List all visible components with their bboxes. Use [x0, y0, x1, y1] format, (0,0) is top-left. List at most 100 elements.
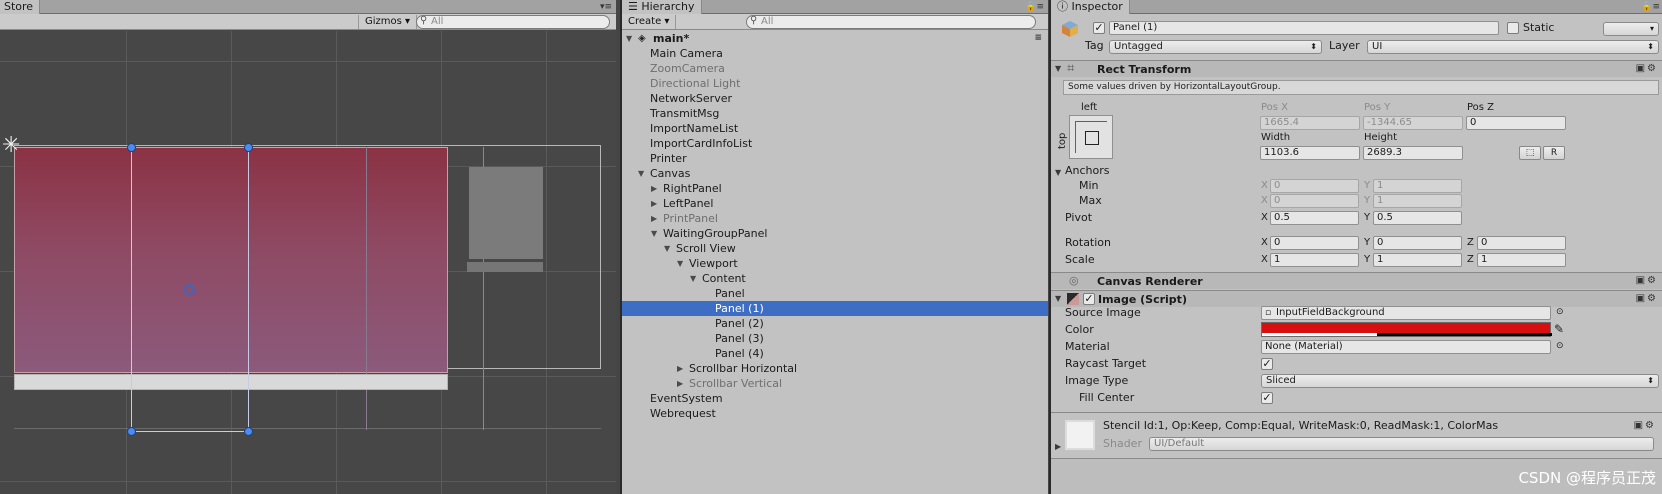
layer-dropdown[interactable]: UI ⬍: [1367, 40, 1659, 54]
tab-inspector[interactable]: ⓘ Inspector: [1051, 0, 1130, 14]
object-picker-icon[interactable]: ⊙: [1556, 307, 1564, 317]
hierarchy-item[interactable]: EventSystem: [622, 391, 1048, 406]
image-type-dropdown[interactable]: Sliced ⬍: [1261, 374, 1659, 388]
eyedropper-icon[interactable]: ✎: [1554, 322, 1564, 336]
scene-search-input[interactable]: ⚲ All: [416, 15, 610, 29]
anchor-min-x-field[interactable]: 0: [1270, 179, 1359, 193]
hierarchy-item[interactable]: Panel (3): [622, 331, 1048, 346]
fill-center-checkbox[interactable]: ✓: [1261, 392, 1273, 404]
hierarchy-item[interactable]: ▼ Viewport: [622, 256, 1048, 271]
hierarchy-item[interactable]: ▼ WaitingGroupPanel: [622, 226, 1048, 241]
material-settings-icon[interactable]: ▣⚙: [1634, 420, 1656, 431]
scrollbar-horizontal-rect[interactable]: [14, 374, 448, 390]
collapse-arrow-icon[interactable]: ▼: [1055, 64, 1061, 73]
scale-y-field[interactable]: 1: [1373, 253, 1462, 267]
expanded-arrow-icon[interactable]: ▼: [638, 166, 644, 181]
anchor-gizmo-icon[interactable]: ✳: [2, 133, 20, 158]
component-settings-icon[interactable]: ▣⚙: [1636, 63, 1658, 74]
collapsed-arrow-icon[interactable]: ▶: [651, 181, 657, 196]
static-checkbox[interactable]: [1507, 22, 1519, 34]
hierarchy-item[interactable]: ZoomCamera: [622, 61, 1048, 76]
scale-x-field[interactable]: 1: [1270, 253, 1359, 267]
hierarchy-item[interactable]: TransmitMsg: [622, 106, 1048, 121]
resize-handle-bottom-right[interactable]: [244, 427, 253, 436]
rect-transform-header[interactable]: ▼ ⌗ Rect Transform ▣⚙: [1051, 60, 1662, 77]
hierarchy-item[interactable]: Panel (2): [622, 316, 1048, 331]
material-expand-icon[interactable]: ▶: [1055, 442, 1061, 451]
anchors-collapse-icon[interactable]: ▼: [1055, 168, 1061, 177]
image-component-header[interactable]: ▼ ✓ Image (Script) ▣⚙: [1051, 290, 1662, 307]
object-picker-icon[interactable]: ⊙: [1556, 341, 1564, 351]
hierarchy-item[interactable]: ▶ PrintPanel: [622, 211, 1048, 226]
tag-dropdown[interactable]: Untagged ⬍: [1109, 40, 1322, 54]
scene-root-row[interactable]: ▼ ◈ main* ≡: [622, 31, 1048, 46]
rotation-x-field[interactable]: 0: [1270, 236, 1359, 250]
collapsed-arrow-icon[interactable]: ▶: [651, 196, 657, 211]
hierarchy-item[interactable]: Directional Light: [622, 76, 1048, 91]
hierarchy-item[interactable]: ▶ LeftPanel: [622, 196, 1048, 211]
component-settings-icon[interactable]: ▣⚙: [1636, 293, 1658, 304]
expanded-arrow-icon[interactable]: ▼: [651, 226, 657, 241]
material-field[interactable]: None (Material): [1261, 340, 1551, 354]
active-checkbox[interactable]: ✓: [1093, 22, 1105, 34]
anchor-preset-button[interactable]: [1069, 115, 1113, 159]
scene-viewport[interactable]: ✳: [0, 31, 616, 494]
tab-store[interactable]: Store: [0, 0, 41, 14]
hierarchy-item[interactable]: ▶ Scrollbar Horizontal: [622, 361, 1048, 376]
expanded-arrow-icon[interactable]: ▼: [690, 271, 696, 286]
height-field[interactable]: 2689.3: [1363, 146, 1463, 160]
resize-handle-top-left[interactable]: [127, 143, 136, 152]
collapsed-arrow-icon[interactable]: ▶: [651, 211, 657, 226]
anchor-max-y-field[interactable]: 1: [1373, 194, 1462, 208]
gizmos-button[interactable]: Gizmos ▾: [358, 15, 418, 29]
shader-dropdown[interactable]: UI/Default: [1149, 437, 1654, 451]
pivot-handle[interactable]: [184, 284, 195, 295]
rotation-z-field[interactable]: 0: [1477, 236, 1566, 250]
hierarchy-item[interactable]: Panel (4): [622, 346, 1048, 361]
hierarchy-item[interactable]: ▼ Scroll View: [622, 241, 1048, 256]
scene-menu-icon[interactable]: ≡: [1034, 31, 1042, 46]
canvas-renderer-header[interactable]: ◎ Canvas Renderer ▣⚙: [1051, 272, 1662, 289]
image-enabled-checkbox[interactable]: ✓: [1083, 293, 1095, 305]
create-button[interactable]: Create ▾: [622, 15, 677, 29]
hierarchy-item[interactable]: Printer: [622, 151, 1048, 166]
resize-handle-bottom-left[interactable]: [127, 427, 136, 436]
pos-z-field[interactable]: 0: [1466, 116, 1566, 130]
expand-arrow-icon[interactable]: ▼: [626, 31, 632, 46]
lock-icon[interactable]: 🔒≡: [1641, 2, 1660, 12]
collapsed-arrow-icon[interactable]: ▶: [677, 361, 683, 376]
resize-handle-top-right[interactable]: [244, 143, 253, 152]
object-name-field[interactable]: Panel (1): [1109, 21, 1499, 35]
collapsed-arrow-icon[interactable]: ▶: [677, 376, 683, 391]
hierarchy-item[interactable]: ▶ RightPanel: [622, 181, 1048, 196]
pivot-x-field[interactable]: 0.5: [1270, 211, 1359, 225]
tab-hierarchy[interactable]: ☰ Hierarchy: [622, 0, 702, 14]
pivot-y-field[interactable]: 0.5: [1373, 211, 1462, 225]
pos-y-field[interactable]: -1344.65: [1363, 116, 1463, 130]
hierarchy-item[interactable]: ImportCardInfoList: [622, 136, 1048, 151]
hierarchy-item[interactable]: ▼ Canvas: [622, 166, 1048, 181]
hierarchy-item[interactable]: Panel (1): [622, 301, 1048, 316]
lock-icon[interactable]: 🔒≡: [1025, 2, 1044, 12]
expanded-arrow-icon[interactable]: ▼: [677, 256, 683, 271]
collapse-arrow-icon[interactable]: ▼: [1055, 294, 1061, 303]
anchor-min-y-field[interactable]: 1: [1373, 179, 1462, 193]
pos-x-field[interactable]: 1665.4: [1260, 116, 1360, 130]
hierarchy-item[interactable]: Panel: [622, 286, 1048, 301]
hierarchy-item[interactable]: ImportNameList: [622, 121, 1048, 136]
raw-edit-button[interactable]: R: [1543, 146, 1565, 160]
expanded-arrow-icon[interactable]: ▼: [664, 241, 670, 256]
width-field[interactable]: 1103.6: [1260, 146, 1360, 160]
panel-menu-icon[interactable]: ▾≡: [600, 2, 612, 12]
scale-z-field[interactable]: 1: [1477, 253, 1566, 267]
source-image-field[interactable]: ▫ InputFieldBackground: [1261, 306, 1551, 320]
color-swatch[interactable]: [1261, 322, 1552, 337]
static-dropdown[interactable]: ▾: [1603, 22, 1659, 36]
hierarchy-item[interactable]: ▶ Scrollbar Vertical: [622, 376, 1048, 391]
anchor-max-x-field[interactable]: 0: [1270, 194, 1359, 208]
hierarchy-search-input[interactable]: ⚲ All: [746, 15, 1036, 29]
hierarchy-item[interactable]: Webrequest: [622, 406, 1048, 421]
content-panel-rect[interactable]: [14, 147, 448, 373]
component-settings-icon[interactable]: ▣⚙: [1636, 275, 1658, 286]
hierarchy-item[interactable]: Main Camera: [622, 46, 1048, 61]
